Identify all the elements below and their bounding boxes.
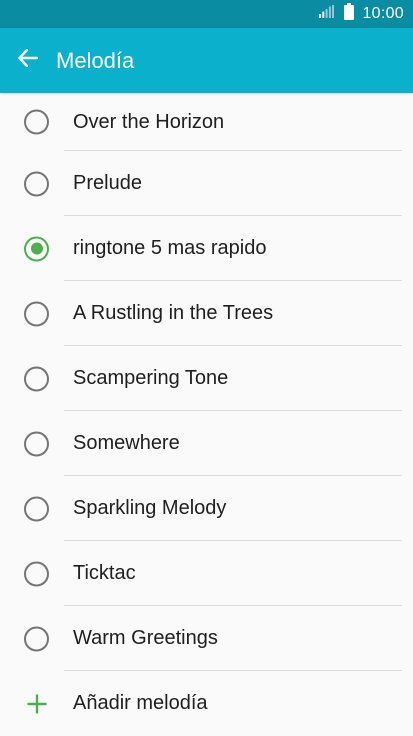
add-ringtone-label: Añadir melodía — [73, 692, 208, 714]
radio-button[interactable] — [24, 561, 49, 586]
ringtone-item[interactable]: Sparkling Melody — [0, 476, 413, 541]
radio-button[interactable] — [24, 496, 49, 521]
app-bar: Melodía — [0, 28, 413, 93]
battery-icon — [344, 3, 355, 25]
back-button[interactable] — [0, 28, 56, 93]
ringtone-list: Over the Horizon Prelude ringtone 5 mas … — [0, 93, 413, 736]
status-bar: 10:00 — [0, 0, 413, 28]
ringtone-label: Sparkling Melody — [73, 497, 227, 519]
radio-button[interactable] — [24, 109, 49, 135]
ringtone-label: Somewhere — [73, 432, 180, 454]
ringtone-item[interactable]: Prelude — [0, 151, 413, 216]
ringtone-item-selected[interactable]: ringtone 5 mas rapido — [0, 216, 413, 281]
ringtone-label: Prelude — [73, 172, 142, 194]
radio-button[interactable] — [24, 626, 49, 651]
radio-button[interactable] — [24, 171, 49, 196]
ringtone-label: Ticktac — [73, 562, 136, 584]
radio-button[interactable] — [24, 301, 49, 326]
page-title: Melodía — [56, 47, 135, 73]
ringtone-label: Warm Greetings — [73, 627, 218, 649]
status-time: 10:00 — [362, 5, 404, 22]
ringtone-label: Over the Horizon — [73, 110, 225, 133]
arrow-left-icon — [18, 48, 39, 72]
radio-button[interactable] — [24, 366, 49, 391]
add-ringtone-button[interactable]: Añadir melodía — [0, 671, 413, 736]
ringtone-label: A Rustling in the Trees — [73, 302, 274, 324]
ringtone-item[interactable]: A Rustling in the Trees — [0, 281, 413, 346]
ringtone-label: ringtone 5 mas rapido — [73, 237, 267, 259]
plus-icon — [27, 693, 47, 714]
signal-icon — [319, 5, 335, 23]
ringtone-item[interactable]: Over the Horizon — [0, 93, 413, 151]
ringtone-item[interactable]: Somewhere — [0, 411, 413, 476]
ringtone-item[interactable]: Warm Greetings — [0, 606, 413, 671]
ringtone-label: Scampering Tone — [73, 367, 229, 389]
radio-button[interactable] — [24, 431, 49, 456]
ringtone-item[interactable]: Scampering Tone — [0, 346, 413, 411]
ringtone-item[interactable]: Ticktac — [0, 541, 413, 606]
radio-button-checked[interactable] — [24, 236, 49, 261]
